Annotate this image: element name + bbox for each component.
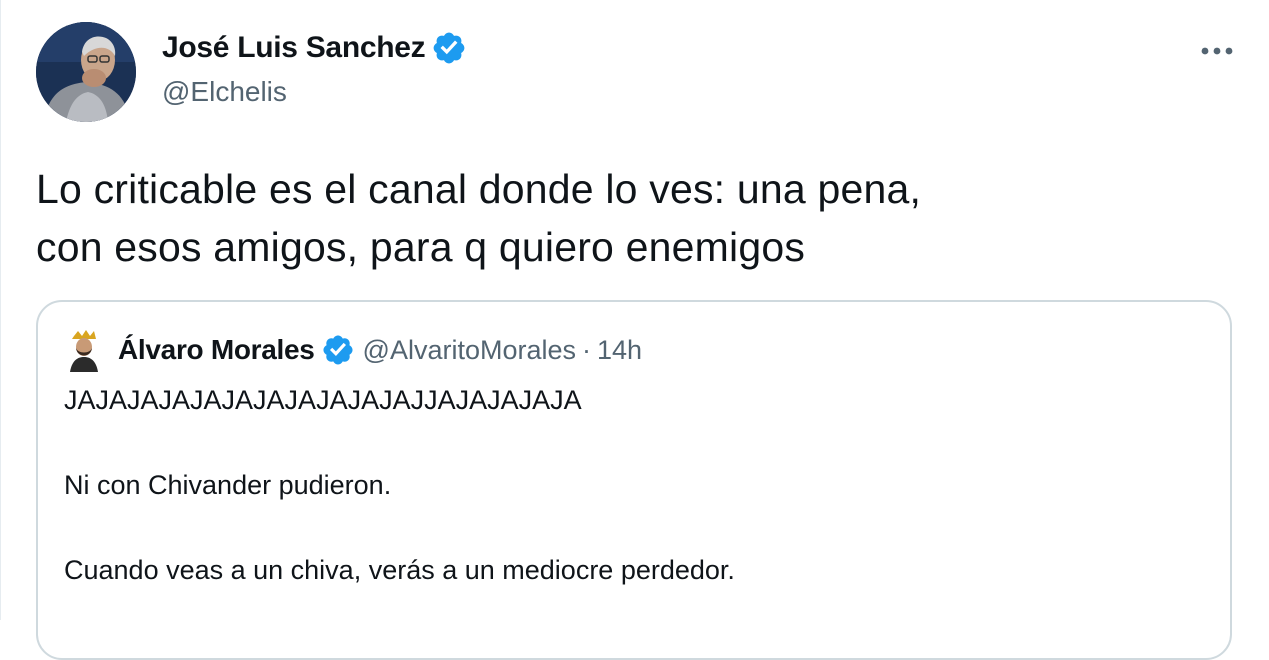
page-left-border: [0, 0, 1, 620]
tweet-text-line: con esos amigos, para q quiero enemigos: [36, 224, 806, 270]
tweet-header: José Luis Sanchez @Elchelis: [36, 22, 1239, 126]
avatar[interactable]: [36, 22, 136, 122]
avatar-photo: [36, 22, 136, 122]
author-name-row: José Luis Sanchez: [162, 28, 467, 68]
quoted-tweet-paragraph: Ni con Chivander pudieron.: [64, 470, 392, 500]
more-options-button[interactable]: [1195, 36, 1239, 66]
tweet-text: Lo criticable es el canal donde lo ves: …: [36, 160, 1216, 276]
quoted-author-avatar[interactable]: [64, 328, 104, 372]
quoted-tweet-body: JAJAJAJAJAJAJAJAJAJAJAJJAJAJAJAJA Ni con…: [64, 382, 1204, 588]
quoted-tweet-time[interactable]: 14h: [597, 335, 642, 366]
verified-badge-icon: [433, 32, 465, 64]
tweet-text-line: Lo criticable es el canal donde lo ves: …: [36, 166, 922, 212]
verified-badge-icon: [323, 335, 353, 365]
quoted-tweet-paragraph: JAJAJAJAJAJAJAJAJAJAJAJJAJAJAJAJA: [64, 385, 582, 415]
more-horizontal-icon: [1201, 47, 1233, 55]
quoted-tweet-paragraph: Cuando veas a un chiva, verás a un medio…: [64, 555, 735, 585]
quoted-tweet-header: Álvaro Morales @AlvaritoMorales · 14h: [64, 328, 642, 372]
author-name[interactable]: José Luis Sanchez: [162, 31, 426, 65]
quoted-author-name[interactable]: Álvaro Morales: [118, 334, 315, 366]
quoted-author-handle[interactable]: @AlvaritoMorales: [363, 335, 576, 366]
separator-dot: ·: [582, 334, 592, 365]
author-info: José Luis Sanchez @Elchelis: [162, 28, 467, 108]
author-handle[interactable]: @Elchelis: [162, 76, 467, 108]
quoted-tweet-card[interactable]: Álvaro Morales @AlvaritoMorales · 14h JA…: [36, 300, 1232, 660]
